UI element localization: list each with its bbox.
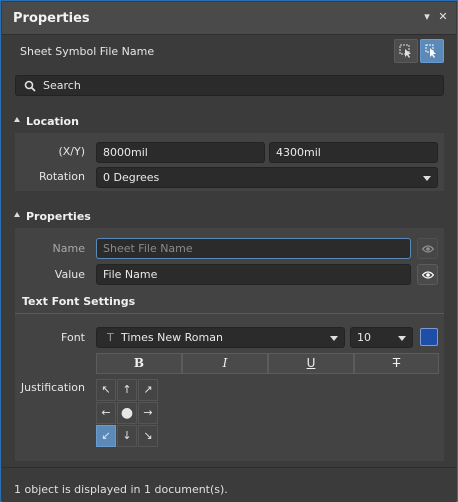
justify-middle-left-button[interactable]: ← (96, 402, 116, 424)
select-object-button[interactable] (420, 39, 444, 63)
chevron-down-icon (423, 176, 431, 181)
name-label: Name (52, 242, 85, 255)
select-filter-button[interactable] (394, 39, 418, 63)
justify-middle-right-button[interactable]: → (138, 402, 158, 424)
justify-center-button[interactable]: ● (117, 402, 137, 424)
collapse-arrow-icon (14, 117, 20, 122)
bold-button[interactable]: B (96, 353, 182, 374)
value-input[interactable]: File Name (96, 264, 411, 285)
justify-bottom-left-button[interactable]: ↙ (96, 425, 116, 447)
justify-top-left-button[interactable]: ↖ (96, 379, 116, 401)
properties-title: Properties (26, 210, 91, 223)
text-font-settings-heading: Text Font Settings (22, 295, 136, 308)
justify-bottom-center-button[interactable]: ↓ (117, 425, 137, 447)
cursor-select-icon (425, 44, 436, 58)
eye-icon (422, 271, 434, 279)
name-input[interactable]: Sheet File Name (96, 238, 411, 259)
font-color-swatch[interactable] (420, 328, 438, 346)
chevron-down-icon (330, 336, 338, 341)
location-section: (X/Y) 8000mil 4300mil Rotation 0 Degrees (15, 133, 444, 191)
rotation-label: Rotation (38, 170, 85, 183)
location-section-header[interactable]: Location (2, 112, 456, 132)
xy-label: (X/Y) (58, 145, 85, 158)
font-size-value: 10 (357, 331, 371, 344)
selection-filter-icon (399, 44, 411, 58)
status-bar: 1 object is displayed in 1 document(s). (2, 467, 456, 502)
panel-titlebar: Properties ▾ ✕ (2, 2, 456, 35)
justification-label: Justification (20, 381, 85, 394)
name-placeholder: Sheet File Name (103, 242, 193, 255)
collapse-arrow-icon (14, 212, 20, 217)
section-divider (15, 313, 444, 314)
font-family-value: Times New Roman (121, 331, 223, 344)
italic-button[interactable]: I (182, 353, 268, 374)
y-value: 4300mil (276, 146, 321, 159)
chevron-down-icon (398, 336, 406, 341)
value-visibility-button[interactable] (417, 264, 438, 285)
x-input[interactable]: 8000mil (96, 142, 265, 163)
search-icon (24, 80, 36, 92)
properties-section: Name Sheet File Name Value File Name Tex… (15, 228, 444, 461)
properties-panel: Properties ▾ ✕ Sheet Symbol File Name Se… (0, 0, 458, 502)
x-value: 8000mil (103, 146, 148, 159)
rotation-value: 0 Degrees (103, 171, 160, 184)
font-size-select[interactable]: 10 (350, 327, 413, 348)
value-label: Value (54, 268, 85, 281)
object-type-label: Sheet Symbol File Name (20, 45, 155, 58)
justify-bottom-right-button[interactable]: ↘ (138, 425, 158, 447)
underline-button[interactable]: U (268, 353, 354, 374)
panel-title: Properties (13, 11, 90, 26)
search-input[interactable]: Search (15, 75, 444, 96)
close-icon[interactable]: ✕ (436, 10, 450, 24)
location-title: Location (26, 115, 79, 128)
search-placeholder: Search (43, 79, 81, 92)
properties-section-header[interactable]: Properties (2, 207, 456, 227)
font-label: Font (61, 331, 85, 344)
font-family-select[interactable]: T Times New Roman (96, 327, 345, 348)
rotation-select[interactable]: 0 Degrees (96, 167, 438, 188)
chevron-down-icon[interactable]: ▾ (420, 10, 434, 24)
y-input[interactable]: 4300mil (269, 142, 438, 163)
justify-top-center-button[interactable]: ↑ (117, 379, 137, 401)
status-text: 1 object is displayed in 1 document(s). (14, 483, 228, 496)
strikethrough-button[interactable]: T (354, 353, 439, 374)
justification-grid: ↖ ↑ ↗ ← ● → ↙ ↓ ↘ (96, 379, 159, 448)
eye-icon (422, 245, 434, 253)
value-text: File Name (103, 268, 158, 281)
justify-top-right-button[interactable]: ↗ (138, 379, 158, 401)
name-visibility-button[interactable] (417, 238, 438, 259)
font-type-icon: T (107, 331, 114, 344)
object-header: Sheet Symbol File Name (2, 35, 456, 69)
